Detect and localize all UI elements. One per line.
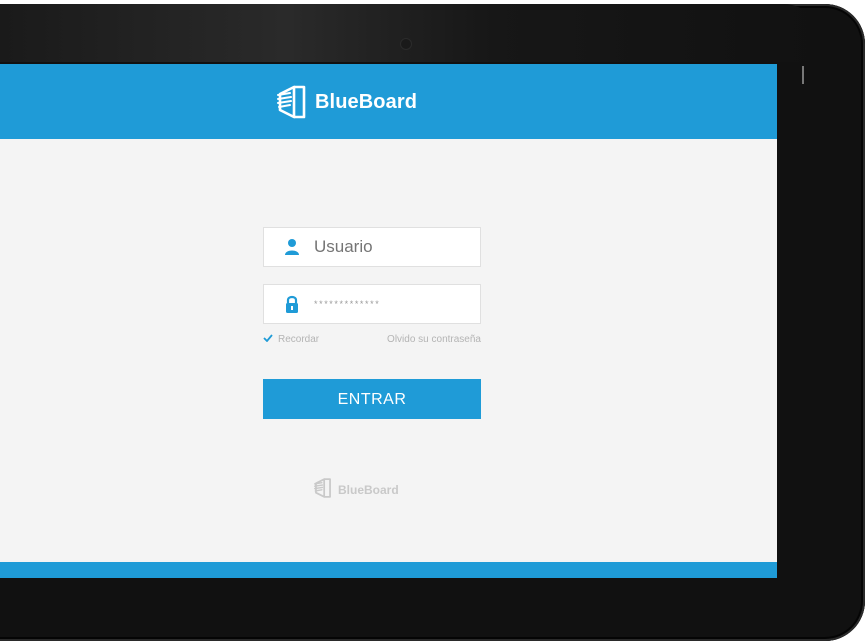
app-screen: BlueBoard Usuario ************* Recordar… xyxy=(0,64,777,578)
check-icon xyxy=(263,334,273,345)
app-title: BlueBoard xyxy=(315,90,418,113)
login-options: Recordar Olvido su contraseña xyxy=(263,334,481,350)
remember-checkbox[interactable]: Recordar xyxy=(263,334,319,345)
blueboard-logo-icon xyxy=(277,85,307,119)
tablet-device: BlueBoard Usuario ************* Recordar… xyxy=(0,4,865,641)
login-form: ************* Recordar Olvido su contras… xyxy=(263,227,481,419)
device-bezel-top xyxy=(0,4,820,62)
app-footer-bar xyxy=(0,562,777,578)
password-field: ************* xyxy=(263,284,481,324)
footer-brand-name: BlueBoard xyxy=(338,482,399,497)
camera-icon xyxy=(401,39,411,49)
login-button[interactable]: ENTRAR xyxy=(263,379,481,419)
remember-label: Recordar xyxy=(278,334,320,345)
footer-brand: BlueBoard xyxy=(314,478,399,501)
app-brand: BlueBoard xyxy=(277,84,417,120)
username-input[interactable] xyxy=(314,228,464,266)
forgot-password-link[interactable]: Olvido su contraseña xyxy=(387,334,481,345)
lock-icon xyxy=(284,295,300,313)
password-input[interactable]: ************* xyxy=(314,285,464,323)
device-side-button xyxy=(802,66,804,84)
blueboard-footer-logo-icon xyxy=(314,478,332,501)
app-header: BlueBoard xyxy=(0,64,777,139)
user-icon xyxy=(284,238,300,256)
username-field xyxy=(263,227,481,267)
